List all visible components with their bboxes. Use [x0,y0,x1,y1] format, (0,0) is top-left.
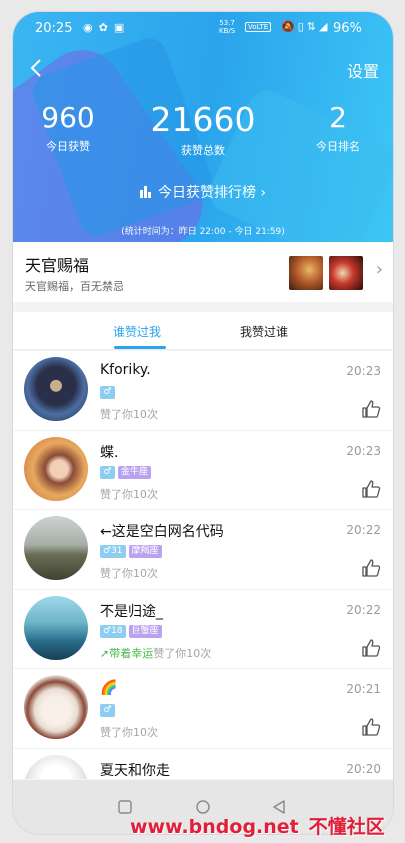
like-time: 20:23 [346,364,381,378]
avatar[interactable] [24,516,88,580]
today-rank-link[interactable]: 今日获赞排行榜 › [13,182,393,202]
tab-who-i-liked[interactable]: 我赞过谁 [240,323,288,340]
like-time: 20:20 [346,761,381,776]
gender-badge: ♂18 [100,624,126,638]
list-item[interactable]: 🌈 20:21 ♂ 赞了你10次 [13,669,393,749]
settings-button[interactable]: 设置 [347,58,379,82]
avatar[interactable] [24,357,88,421]
gender-badge: ♂ [100,704,115,717]
zodiac-badge: 巨蟹座 [128,624,162,638]
thumbs-up-icon[interactable] [361,638,381,658]
like-time: 20:23 [346,443,381,458]
user-name: 夏天和你走 [100,762,170,779]
stat-total-likes: 21660 获赞总数 [150,100,256,158]
avatar[interactable] [24,675,88,739]
user-name: 不是归途_ [100,603,163,620]
site-watermark: www.bndog.net 不懂社区 [130,816,385,838]
net-speed: 53.7 KB/S [219,19,236,35]
like-count-text: 赞了你10次 [100,408,158,421]
tab-who-liked-me[interactable]: 谁赞过我 [113,323,161,340]
user-name: 蝶. [100,444,119,461]
like-time: 20:22 [346,523,381,537]
signal-icons: 🔕▯⇅◢ [281,20,331,33]
list-item[interactable]: Kforiky. 20:23 ♂ 赞了你10次 [13,351,393,431]
user-name: 🌈 [100,680,118,696]
active-tab-indicator [114,346,166,349]
gender-badge: ♂ [100,465,115,479]
like-count-text: ➚带着幸运赞了你10次 [100,646,212,660]
user-name: Kforiky. [100,362,151,378]
group-thumbnail [329,256,363,290]
lucky-tag: ➚带着幸运 [100,646,154,660]
chevron-right-icon: › [375,259,383,280]
group-name: 天官赐福 [25,256,90,275]
stat-today-rank: 2 今日排名 [316,101,360,154]
thumbs-up-icon[interactable] [361,399,381,419]
like-time: 20:22 [346,602,381,617]
group-card[interactable]: 天官赐福 天官赐福，百无禁忌 › [13,242,393,302]
bar-chart-icon [139,186,152,202]
gender-badge: ♂ [100,386,115,399]
thumbs-up-icon[interactable] [361,717,381,737]
phone-screen: 20:25 ◉✿▣ 53.7 KB/S VoLTE 🔕▯⇅◢ 96% 设置 96… [13,12,393,834]
like-count-text: 赞了你10次 [100,487,158,501]
user-name: ←这是空白网名代码 [100,524,224,540]
zodiac-badge: 金牛座 [118,465,152,479]
avatar[interactable] [24,595,88,660]
status-time: 20:25 [35,21,73,36]
back-arrow-icon[interactable] [25,56,49,80]
group-desc: 天官赐福，百无禁忌 [25,280,124,293]
group-thumbnail [289,256,323,290]
gender-badge: ♂31 [100,545,126,558]
like-count-text: 赞了你10次 [100,726,158,739]
avatar[interactable] [24,436,88,501]
list-item[interactable]: 蝶. 20:23 ♂ 金牛座 赞了你10次 [13,431,393,510]
zodiac-badge: 摩羯座 [128,545,162,558]
list-item[interactable]: ←这是空白网名代码 20:22 ♂31 摩羯座 赞了你10次 [13,510,393,590]
likes-tabs: 谁赞过我 我赞过谁 [13,312,393,350]
list-item[interactable]: 夏天和你走 20:20 [13,749,393,779]
like-count-text: 赞了你10次 [100,567,158,580]
status-bar: 20:25 ◉✿▣ 53.7 KB/S VoLTE 🔕▯⇅◢ 96% [13,12,393,44]
list-item[interactable]: 不是归途_ 20:22 ♂18 巨蟹座 ➚带着幸运赞了你10次 [13,590,393,669]
thumbs-up-icon[interactable] [361,558,381,578]
volte-badge: VoLTE [245,22,272,32]
stats-period: (统计时间为：昨日 22:00 - 今日 21:59) [121,227,285,237]
likes-list: Kforiky. 20:23 ♂ 赞了你10次 蝶. 20:23 ♂ 金牛座 赞了… [13,351,393,779]
stat-today-likes: 960 今日获赞 [41,101,95,154]
thumbs-up-icon[interactable] [361,479,381,499]
battery-level: 96% [333,21,362,36]
notification-icons: ◉✿▣ [83,21,131,34]
header-banner: 20:25 ◉✿▣ 53.7 KB/S VoLTE 🔕▯⇅◢ 96% 设置 96… [13,12,393,242]
like-time: 20:21 [346,682,381,696]
avatar[interactable] [24,754,88,779]
